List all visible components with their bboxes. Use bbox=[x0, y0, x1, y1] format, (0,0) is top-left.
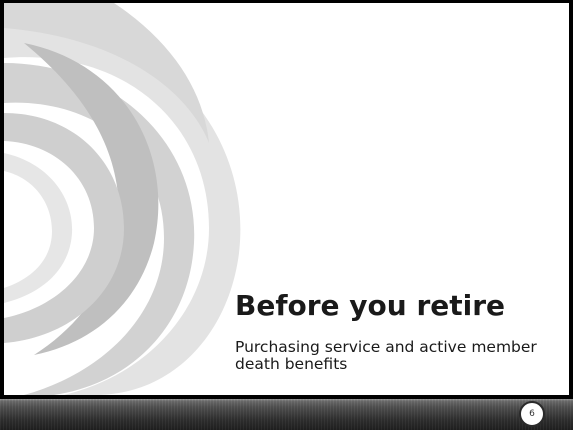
slide-subtitle: Purchasing service and active member dea… bbox=[235, 338, 537, 373]
presentation-slide: Before you retire Purchasing service and… bbox=[0, 0, 573, 430]
swirl-crescent-inner bbox=[4, 153, 73, 303]
decorative-swirl-graphic bbox=[4, 3, 241, 395]
slide-number-badge: 6 bbox=[519, 401, 545, 427]
slide-footer-bar bbox=[0, 399, 573, 430]
slide-canvas: Before you retire Purchasing service and… bbox=[4, 3, 569, 395]
slide-title: Before you retire bbox=[235, 289, 506, 322]
